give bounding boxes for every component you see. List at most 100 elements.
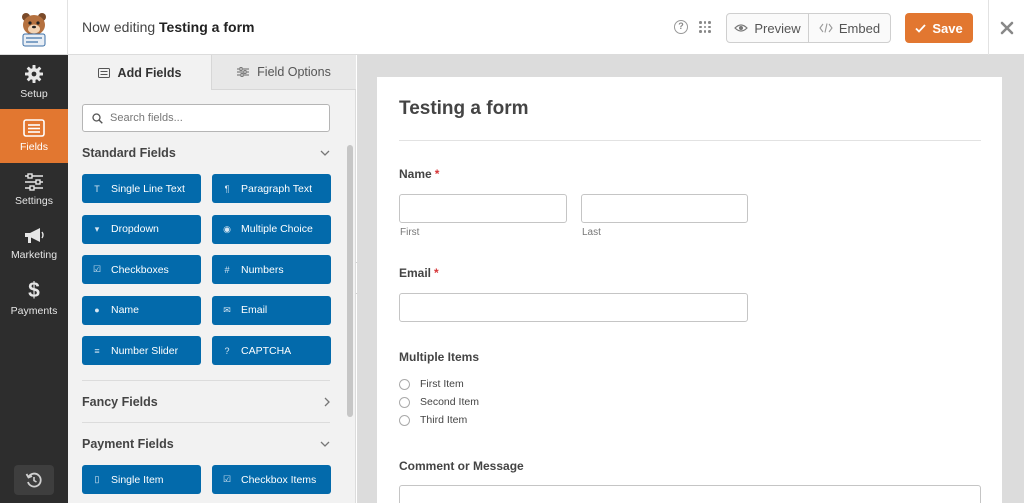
wpforms-logo[interactable] bbox=[0, 0, 68, 55]
radio-option[interactable]: Second Item bbox=[399, 395, 479, 409]
svg-text:$: $ bbox=[28, 279, 40, 301]
radio-button[interactable] bbox=[399, 414, 410, 426]
embed-label: Embed bbox=[838, 20, 881, 36]
checkbox-icon: ☑ bbox=[92, 264, 102, 274]
form-name: Testing a form bbox=[159, 19, 255, 35]
chevron-down-icon bbox=[320, 150, 330, 156]
code-icon bbox=[819, 23, 833, 33]
field-button-label: Single Line Text bbox=[111, 182, 185, 195]
tab-add-fields[interactable]: Add Fields bbox=[68, 55, 212, 90]
slider-icon: ≡ bbox=[94, 345, 100, 356]
email-input[interactable] bbox=[399, 293, 748, 322]
radio-button[interactable] bbox=[399, 378, 410, 390]
name-field-label[interactable]: Name * bbox=[399, 167, 439, 181]
tab-label-field-options: Field Options bbox=[257, 65, 331, 79]
field-button-label: CAPTCHA bbox=[241, 344, 292, 357]
field-button-label: Name bbox=[111, 304, 140, 316]
dropdown-icon: ▾ bbox=[94, 223, 100, 234]
nav-label-settings: Settings bbox=[15, 195, 53, 207]
field-button-checkbox-items[interactable]: ☑ Checkbox Items bbox=[212, 465, 331, 494]
field-button-single-line-text[interactable]: T Single Line Text bbox=[82, 174, 201, 203]
eye-icon bbox=[734, 24, 749, 32]
fancy-fields-header[interactable]: Fancy Fields bbox=[82, 392, 330, 412]
nav-item-settings[interactable]: Settings bbox=[0, 163, 68, 217]
radio-option-label: Second Item bbox=[420, 396, 479, 408]
multiple-items-label[interactable]: Multiple Items bbox=[399, 350, 479, 364]
field-button-label: Numbers bbox=[241, 263, 284, 276]
comment-field-label[interactable]: Comment or Message bbox=[399, 459, 524, 473]
grid-dots-icon[interactable] bbox=[699, 21, 711, 33]
field-button-name[interactable]: ● Name bbox=[82, 295, 201, 325]
title-prefix: Now editing bbox=[82, 19, 156, 35]
radio-icon: ◉ bbox=[223, 223, 231, 234]
field-button-single-item[interactable]: ▯ Single Item bbox=[82, 465, 201, 494]
standard-fields-title: Standard Fields bbox=[82, 146, 176, 160]
radio-button[interactable] bbox=[399, 396, 410, 408]
tab-field-options[interactable]: Field Options bbox=[212, 55, 356, 90]
field-button-multiple-choice[interactable]: ◉ Multiple Choice bbox=[212, 214, 331, 244]
preview-button[interactable]: Preview bbox=[727, 14, 809, 42]
text-cursor-icon: T bbox=[94, 183, 100, 194]
list-icon bbox=[97, 67, 110, 78]
panel-scrollbar[interactable] bbox=[347, 145, 353, 417]
field-button-dropdown[interactable]: ▾ Dropdown bbox=[82, 214, 201, 244]
name-label-text: Name bbox=[399, 167, 432, 181]
field-button-label: Checkbox Items bbox=[241, 473, 317, 486]
field-button-checkboxes[interactable]: ☑ Checkboxes bbox=[82, 255, 201, 284]
form-title-divider bbox=[399, 140, 981, 141]
question-circle-icon: ? bbox=[224, 345, 230, 356]
email-label-text: Email bbox=[399, 266, 432, 280]
file-icon: ▯ bbox=[94, 474, 100, 484]
hash-icon: # bbox=[224, 264, 230, 275]
nav-label-fields: Fields bbox=[19, 141, 48, 153]
standard-fields-header[interactable]: Standard Fields bbox=[82, 143, 330, 163]
field-button-paragraph-text[interactable]: ¶ Paragraph Text bbox=[212, 174, 331, 203]
first-name-input[interactable] bbox=[399, 194, 567, 223]
help-icon[interactable]: ? bbox=[674, 20, 688, 34]
nav-label-marketing: Marketing bbox=[10, 249, 58, 261]
nav-item-payments[interactable]: $ Payments bbox=[0, 271, 68, 325]
nav-item-fields[interactable]: Fields bbox=[0, 109, 68, 163]
radio-option[interactable]: First Item bbox=[399, 377, 464, 391]
revisions-button[interactable] bbox=[14, 465, 54, 495]
search-input[interactable] bbox=[110, 112, 310, 124]
save-button[interactable]: Save bbox=[905, 13, 973, 43]
megaphone-icon bbox=[25, 228, 44, 243]
payment-fields-header[interactable]: Payment Fields bbox=[82, 434, 330, 454]
first-name-sublabel: First bbox=[400, 227, 420, 238]
fields-panel: Add Fields Field Options Standard Fields bbox=[68, 55, 356, 503]
radio-option-label: Third Item bbox=[420, 414, 468, 426]
embed-button[interactable]: Embed bbox=[809, 14, 890, 42]
check-icon bbox=[915, 23, 926, 33]
chevron-right-icon bbox=[324, 397, 330, 407]
gear-icon bbox=[25, 65, 43, 83]
required-marker: * bbox=[434, 266, 439, 280]
top-bar: Now editing Testing a form ? Preview Emb… bbox=[0, 0, 1024, 55]
chevron-down-icon bbox=[320, 441, 330, 447]
close-icon bbox=[1000, 21, 1013, 34]
field-button-label: Email bbox=[241, 304, 268, 316]
field-button-label: Single Item bbox=[111, 473, 164, 486]
search-icon bbox=[92, 112, 103, 124]
field-button-label: Paragraph Text bbox=[241, 182, 313, 195]
field-button-captcha[interactable]: ? CAPTCHA bbox=[212, 336, 331, 365]
field-button-numbers[interactable]: # Numbers bbox=[212, 255, 331, 284]
comment-textarea[interactable] bbox=[399, 485, 981, 503]
left-nav: Setup Fields Settings Marketing $ Paymen… bbox=[0, 55, 68, 503]
required-marker: * bbox=[434, 167, 440, 181]
nav-item-marketing[interactable]: Marketing bbox=[0, 217, 68, 271]
divider bbox=[82, 422, 330, 423]
email-field-label[interactable]: Email * bbox=[399, 266, 439, 280]
history-icon bbox=[25, 472, 42, 488]
panel-tabs: Add Fields Field Options bbox=[68, 55, 356, 90]
close-button[interactable] bbox=[988, 0, 1024, 55]
nav-item-setup[interactable]: Setup bbox=[0, 55, 68, 109]
tab-label-add-fields: Add Fields bbox=[117, 65, 182, 80]
field-button-number-slider[interactable]: ≡ Number Slider bbox=[82, 336, 201, 365]
field-button-email[interactable]: ✉ Email bbox=[212, 295, 331, 325]
sliders-icon bbox=[237, 67, 250, 77]
radio-option[interactable]: Third Item bbox=[399, 413, 467, 427]
bear-mascot-icon bbox=[21, 12, 46, 46]
last-name-input[interactable] bbox=[581, 194, 748, 223]
field-button-label: Number Slider bbox=[111, 344, 179, 357]
